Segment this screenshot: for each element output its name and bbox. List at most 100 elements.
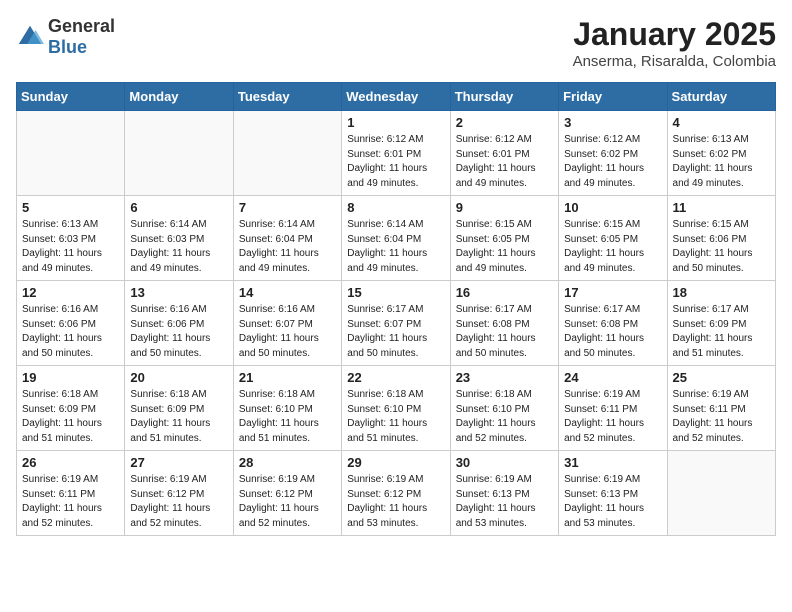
day-number: 21 bbox=[239, 370, 336, 385]
calendar-title: January 2025 bbox=[573, 16, 776, 53]
day-info: Sunrise: 6:19 AM Sunset: 6:11 PM Dayligh… bbox=[22, 473, 119, 531]
calendar-cell: 18Sunrise: 6:17 AM Sunset: 6:09 PM Dayli… bbox=[667, 281, 775, 366]
calendar-week-2: 5 Sunrise: 6:13 AM Sunset: 6:03 PM Daylig… bbox=[17, 196, 776, 281]
day-info: Sunrise: 6:19 AM Sunset: 6:11 PM Dayligh… bbox=[564, 388, 661, 446]
day-info: Sunrise: 6:17 AM Sunset: 6:08 PM Dayligh… bbox=[564, 303, 661, 361]
calendar-cell: 12Sunrise: 6:16 AM Sunset: 6:06 PM Dayli… bbox=[17, 281, 125, 366]
day-info: Sunrise: 6:19 AM Sunset: 6:12 PM Dayligh… bbox=[239, 473, 336, 531]
day-number: 3 bbox=[564, 115, 661, 130]
calendar-header: SundayMondayTuesdayWednesdayThursdayFrid… bbox=[17, 83, 776, 111]
calendar-cell: 8 Sunrise: 6:14 AM Sunset: 6:04 PM Daylig… bbox=[342, 196, 450, 281]
title-block: January 2025 Anserma, Risaralda, Colombi… bbox=[573, 16, 776, 70]
calendar-cell: 2Sunrise: 6:12 AM Sunset: 6:01 PM Daylig… bbox=[450, 111, 558, 196]
logo-text-blue: Blue bbox=[48, 37, 87, 57]
day-info: Sunrise: 6:15 AM Sunset: 6:06 PM Dayligh… bbox=[673, 218, 770, 276]
calendar-cell: 16 Sunrise: 6:17 AM Sunset: 6:08 PM Dayli… bbox=[450, 281, 558, 366]
day-info: Sunrise: 6:12 AM Sunset: 6:01 PM Dayligh… bbox=[456, 133, 553, 191]
day-number: 31 bbox=[564, 455, 661, 470]
calendar-cell: 7 Sunrise: 6:14 AM Sunset: 6:04 PM Daylig… bbox=[233, 196, 341, 281]
weekday-header-sunday: Sunday bbox=[17, 83, 125, 111]
day-info: Sunrise: 6:12 AM Sunset: 6:02 PM Dayligh… bbox=[564, 133, 661, 191]
calendar-table: SundayMondayTuesdayWednesdayThursdayFrid… bbox=[16, 82, 776, 536]
logo-icon bbox=[16, 23, 44, 51]
calendar-cell: 21 Sunrise: 6:18 AM Sunset: 6:10 PM Dayli… bbox=[233, 366, 341, 451]
day-info: Sunrise: 6:19 AM Sunset: 6:13 PM Dayligh… bbox=[564, 473, 661, 531]
day-info: Sunrise: 6:19 AM Sunset: 6:13 PM Dayligh… bbox=[456, 473, 553, 531]
weekday-header-monday: Monday bbox=[125, 83, 233, 111]
day-info: Sunrise: 6:17 AM Sunset: 6:09 PM Dayligh… bbox=[673, 303, 770, 361]
day-number: 20 bbox=[130, 370, 227, 385]
logo: General Blue bbox=[16, 16, 115, 58]
weekday-header-wednesday: Wednesday bbox=[342, 83, 450, 111]
day-info: Sunrise: 6:15 AM Sunset: 6:05 PM Dayligh… bbox=[456, 218, 553, 276]
calendar-cell: 26 Sunrise: 6:19 AM Sunset: 6:11 PM Dayli… bbox=[17, 451, 125, 536]
day-number: 9 bbox=[456, 200, 553, 215]
calendar-body: 1Sunrise: 6:12 AM Sunset: 6:01 PM Daylig… bbox=[17, 111, 776, 536]
day-number: 23 bbox=[456, 370, 553, 385]
day-number: 17 bbox=[564, 285, 661, 300]
day-number: 4 bbox=[673, 115, 770, 130]
day-number: 7 bbox=[239, 200, 336, 215]
day-info: Sunrise: 6:19 AM Sunset: 6:12 PM Dayligh… bbox=[130, 473, 227, 531]
logo-text-general: General bbox=[48, 16, 115, 36]
day-info: Sunrise: 6:17 AM Sunset: 6:08 PM Dayligh… bbox=[456, 303, 553, 361]
calendar-cell: 4 Sunrise: 6:13 AM Sunset: 6:02 PM Daylig… bbox=[667, 111, 775, 196]
day-number: 11 bbox=[673, 200, 770, 215]
page-header: General Blue January 2025 Anserma, Risar… bbox=[16, 16, 776, 70]
day-info: Sunrise: 6:15 AM Sunset: 6:05 PM Dayligh… bbox=[564, 218, 661, 276]
day-number: 10 bbox=[564, 200, 661, 215]
calendar-cell: 29Sunrise: 6:19 AM Sunset: 6:12 PM Dayli… bbox=[342, 451, 450, 536]
calendar-week-5: 26 Sunrise: 6:19 AM Sunset: 6:11 PM Dayli… bbox=[17, 451, 776, 536]
day-info: Sunrise: 6:14 AM Sunset: 6:04 PM Dayligh… bbox=[347, 218, 444, 276]
day-number: 8 bbox=[347, 200, 444, 215]
day-info: Sunrise: 6:19 AM Sunset: 6:11 PM Dayligh… bbox=[673, 388, 770, 446]
weekday-header-thursday: Thursday bbox=[450, 83, 558, 111]
day-number: 30 bbox=[456, 455, 553, 470]
calendar-cell: 22Sunrise: 6:18 AM Sunset: 6:10 PM Dayli… bbox=[342, 366, 450, 451]
calendar-cell: 11 Sunrise: 6:15 AM Sunset: 6:06 PM Dayli… bbox=[667, 196, 775, 281]
calendar-cell: 13 Sunrise: 6:16 AM Sunset: 6:06 PM Dayli… bbox=[125, 281, 233, 366]
day-number: 16 bbox=[456, 285, 553, 300]
day-info: Sunrise: 6:18 AM Sunset: 6:10 PM Dayligh… bbox=[456, 388, 553, 446]
calendar-cell: 9 Sunrise: 6:15 AM Sunset: 6:05 PM Daylig… bbox=[450, 196, 558, 281]
calendar-cell: 17 Sunrise: 6:17 AM Sunset: 6:08 PM Dayli… bbox=[559, 281, 667, 366]
day-info: Sunrise: 6:18 AM Sunset: 6:09 PM Dayligh… bbox=[130, 388, 227, 446]
day-number: 27 bbox=[130, 455, 227, 470]
calendar-cell: 3 Sunrise: 6:12 AM Sunset: 6:02 PM Daylig… bbox=[559, 111, 667, 196]
day-number: 28 bbox=[239, 455, 336, 470]
calendar-week-4: 19 Sunrise: 6:18 AM Sunset: 6:09 PM Dayli… bbox=[17, 366, 776, 451]
day-info: Sunrise: 6:18 AM Sunset: 6:10 PM Dayligh… bbox=[239, 388, 336, 446]
calendar-cell: 24Sunrise: 6:19 AM Sunset: 6:11 PM Dayli… bbox=[559, 366, 667, 451]
calendar-cell: 20 Sunrise: 6:18 AM Sunset: 6:09 PM Dayli… bbox=[125, 366, 233, 451]
day-number: 19 bbox=[22, 370, 119, 385]
day-number: 13 bbox=[130, 285, 227, 300]
day-info: Sunrise: 6:19 AM Sunset: 6:12 PM Dayligh… bbox=[347, 473, 444, 531]
calendar-cell: 1Sunrise: 6:12 AM Sunset: 6:01 PM Daylig… bbox=[342, 111, 450, 196]
calendar-cell bbox=[125, 111, 233, 196]
calendar-cell bbox=[667, 451, 775, 536]
day-info: Sunrise: 6:14 AM Sunset: 6:03 PM Dayligh… bbox=[130, 218, 227, 276]
day-number: 15 bbox=[347, 285, 444, 300]
day-info: Sunrise: 6:13 AM Sunset: 6:03 PM Dayligh… bbox=[22, 218, 119, 276]
day-number: 5 bbox=[22, 200, 119, 215]
day-info: Sunrise: 6:13 AM Sunset: 6:02 PM Dayligh… bbox=[673, 133, 770, 191]
day-info: Sunrise: 6:18 AM Sunset: 6:10 PM Dayligh… bbox=[347, 388, 444, 446]
calendar-cell: 19 Sunrise: 6:18 AM Sunset: 6:09 PM Dayli… bbox=[17, 366, 125, 451]
calendar-cell: 23 Sunrise: 6:18 AM Sunset: 6:10 PM Dayli… bbox=[450, 366, 558, 451]
day-info: Sunrise: 6:16 AM Sunset: 6:07 PM Dayligh… bbox=[239, 303, 336, 361]
calendar-week-1: 1Sunrise: 6:12 AM Sunset: 6:01 PM Daylig… bbox=[17, 111, 776, 196]
calendar-location: Anserma, Risaralda, Colombia bbox=[573, 53, 776, 70]
calendar-cell bbox=[233, 111, 341, 196]
calendar-cell: 30 Sunrise: 6:19 AM Sunset: 6:13 PM Dayli… bbox=[450, 451, 558, 536]
day-number: 26 bbox=[22, 455, 119, 470]
calendar-week-3: 12Sunrise: 6:16 AM Sunset: 6:06 PM Dayli… bbox=[17, 281, 776, 366]
day-info: Sunrise: 6:16 AM Sunset: 6:06 PM Dayligh… bbox=[130, 303, 227, 361]
day-number: 14 bbox=[239, 285, 336, 300]
day-info: Sunrise: 6:14 AM Sunset: 6:04 PM Dayligh… bbox=[239, 218, 336, 276]
day-number: 6 bbox=[130, 200, 227, 215]
day-info: Sunrise: 6:12 AM Sunset: 6:01 PM Dayligh… bbox=[347, 133, 444, 191]
calendar-cell bbox=[17, 111, 125, 196]
calendar-cell: 10 Sunrise: 6:15 AM Sunset: 6:05 PM Dayli… bbox=[559, 196, 667, 281]
weekday-header-tuesday: Tuesday bbox=[233, 83, 341, 111]
day-info: Sunrise: 6:18 AM Sunset: 6:09 PM Dayligh… bbox=[22, 388, 119, 446]
